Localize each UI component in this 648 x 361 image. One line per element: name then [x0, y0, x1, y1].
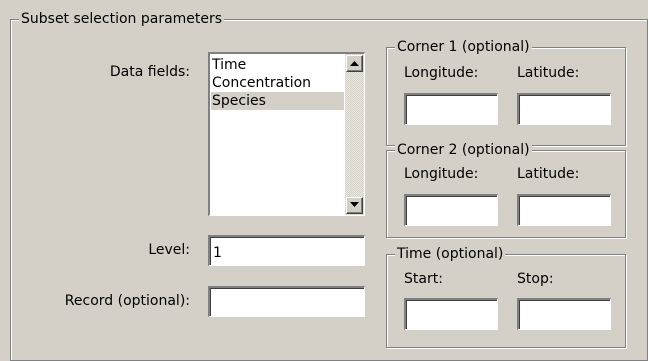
level-label: Level:: [148, 242, 190, 258]
record-input[interactable]: [208, 286, 365, 317]
data-field-item[interactable]: Species: [211, 92, 344, 110]
time-title: Time (optional): [395, 245, 506, 263]
triangle-up-icon: [350, 61, 359, 66]
corner2-latitude-label: Latitude:: [517, 166, 580, 182]
time-start-input[interactable]: [404, 298, 498, 330]
corner2-latitude-input[interactable]: [517, 194, 611, 226]
time-stop-input[interactable]: [517, 298, 611, 330]
triangle-down-icon: [350, 202, 359, 207]
data-field-item[interactable]: Concentration: [211, 74, 344, 92]
scroll-up-button[interactable]: [346, 55, 363, 72]
data-fields-list: Time Concentration Species: [211, 56, 344, 110]
data-fields-label: Data fields:: [109, 64, 190, 80]
corner1-latitude-input[interactable]: [517, 93, 611, 125]
corner1-longitude-input[interactable]: [404, 93, 498, 125]
level-input[interactable]: [208, 235, 365, 266]
data-field-item[interactable]: Time: [211, 56, 344, 74]
corner2-longitude-input[interactable]: [404, 194, 498, 226]
subset-selection-title: Subset selection parameters: [19, 10, 225, 28]
record-label: Record (optional):: [64, 293, 190, 309]
corner2-title: Corner 2 (optional): [395, 141, 532, 159]
data-fields-listbox[interactable]: Time Concentration Species: [208, 52, 365, 216]
corner1-title: Corner 1 (optional): [395, 38, 532, 56]
corner2-longitude-label: Longitude:: [404, 166, 479, 182]
corner1-latitude-label: Latitude:: [517, 65, 580, 81]
corner1-longitude-label: Longitude:: [404, 65, 479, 81]
time-start-label: Start:: [404, 271, 443, 287]
time-stop-label: Stop:: [517, 271, 554, 287]
data-fields-scrollbar[interactable]: [345, 54, 364, 215]
scroll-down-button[interactable]: [346, 197, 363, 214]
